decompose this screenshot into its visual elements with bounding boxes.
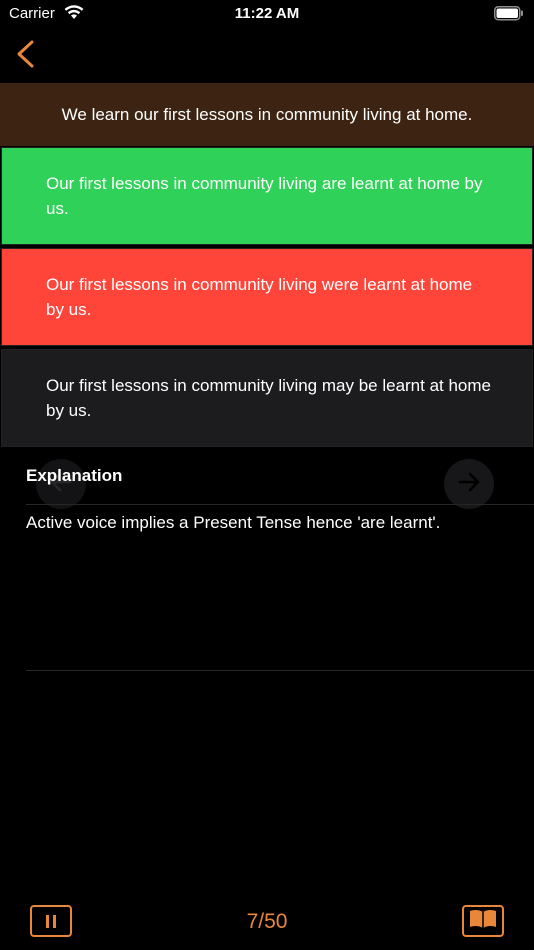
divider xyxy=(26,504,534,505)
chevron-left-icon xyxy=(12,40,42,74)
divider xyxy=(26,670,534,671)
battery-icon xyxy=(494,6,524,26)
answer-option-text: Our first lessons in community living ar… xyxy=(46,174,483,218)
question-counter: 7/50 xyxy=(246,910,288,933)
clock: 11:22 AM xyxy=(234,5,300,22)
book-button[interactable] xyxy=(462,905,504,937)
answer-option-text: Our first lessons in community living we… xyxy=(46,275,473,319)
next-question-button[interactable] xyxy=(444,459,494,509)
question-text: We learn our first lessons in community … xyxy=(61,104,473,124)
question-banner: We learn our first lessons in community … xyxy=(0,83,534,146)
explanation-text: Active voice implies a Present Tense hen… xyxy=(26,513,441,532)
status-bar: Carrier 11:22 AM xyxy=(0,0,534,30)
back-button[interactable] xyxy=(12,38,42,70)
answer-option-correct[interactable]: Our first lessons in community living ar… xyxy=(1,147,533,245)
book-icon xyxy=(468,908,498,935)
answer-option[interactable]: Our first lessons in community living ma… xyxy=(1,349,533,447)
answer-option-text: Our first lessons in community living ma… xyxy=(46,376,492,420)
arrow-right-icon xyxy=(455,468,483,501)
bottom-toolbar: 7/50 xyxy=(0,900,534,944)
explanation-heading: Explanation xyxy=(26,466,123,485)
answer-option-wrong[interactable]: Our first lessons in community living we… xyxy=(1,248,533,346)
